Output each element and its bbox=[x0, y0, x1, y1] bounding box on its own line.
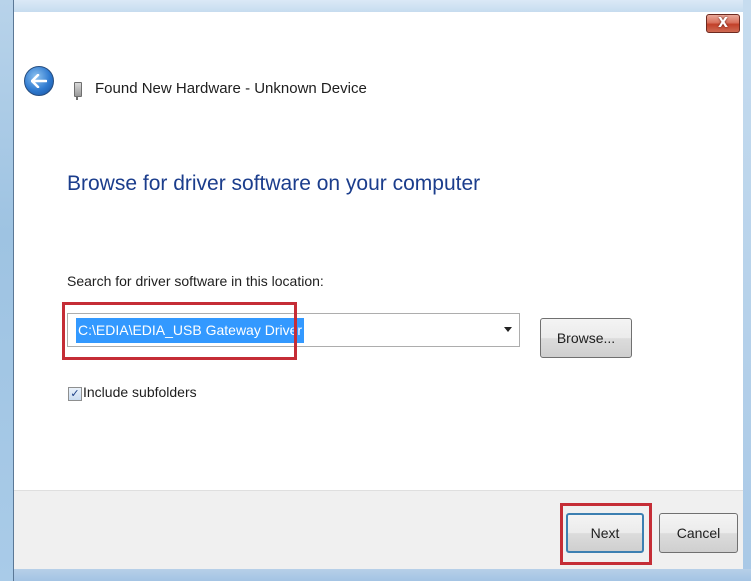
window-frame-bottom bbox=[14, 569, 751, 581]
page-heading: Browse for driver software on your compu… bbox=[67, 172, 481, 195]
checkmark-icon: ✓ bbox=[70, 387, 80, 400]
window-title: Found New Hardware - Unknown Device bbox=[95, 80, 367, 97]
browse-button[interactable]: Browse... bbox=[540, 318, 632, 358]
window-frame-top bbox=[14, 0, 751, 12]
driver-path-combobox[interactable]: C:\EDIA\EDIA_USB Gateway Driver bbox=[67, 313, 520, 347]
close-button[interactable]: X bbox=[706, 14, 740, 33]
window-frame-left bbox=[0, 0, 14, 581]
dialog-header bbox=[14, 12, 743, 137]
include-subfolders-checkbox[interactable]: ✓ bbox=[68, 387, 82, 401]
next-button[interactable]: Next bbox=[566, 513, 644, 553]
usb-device-icon bbox=[74, 82, 82, 100]
back-arrow-icon bbox=[31, 74, 47, 88]
window-frame-right bbox=[743, 0, 751, 581]
chevron-down-icon[interactable] bbox=[504, 327, 512, 332]
driver-path-value[interactable]: C:\EDIA\EDIA_USB Gateway Driver bbox=[76, 318, 305, 343]
back-button[interactable] bbox=[24, 66, 54, 96]
search-location-label: Search for driver software in this locat… bbox=[67, 273, 324, 289]
cancel-button[interactable]: Cancel bbox=[659, 513, 738, 553]
close-icon: X bbox=[717, 16, 729, 31]
include-subfolders-label[interactable]: Include subfolders bbox=[83, 384, 197, 400]
